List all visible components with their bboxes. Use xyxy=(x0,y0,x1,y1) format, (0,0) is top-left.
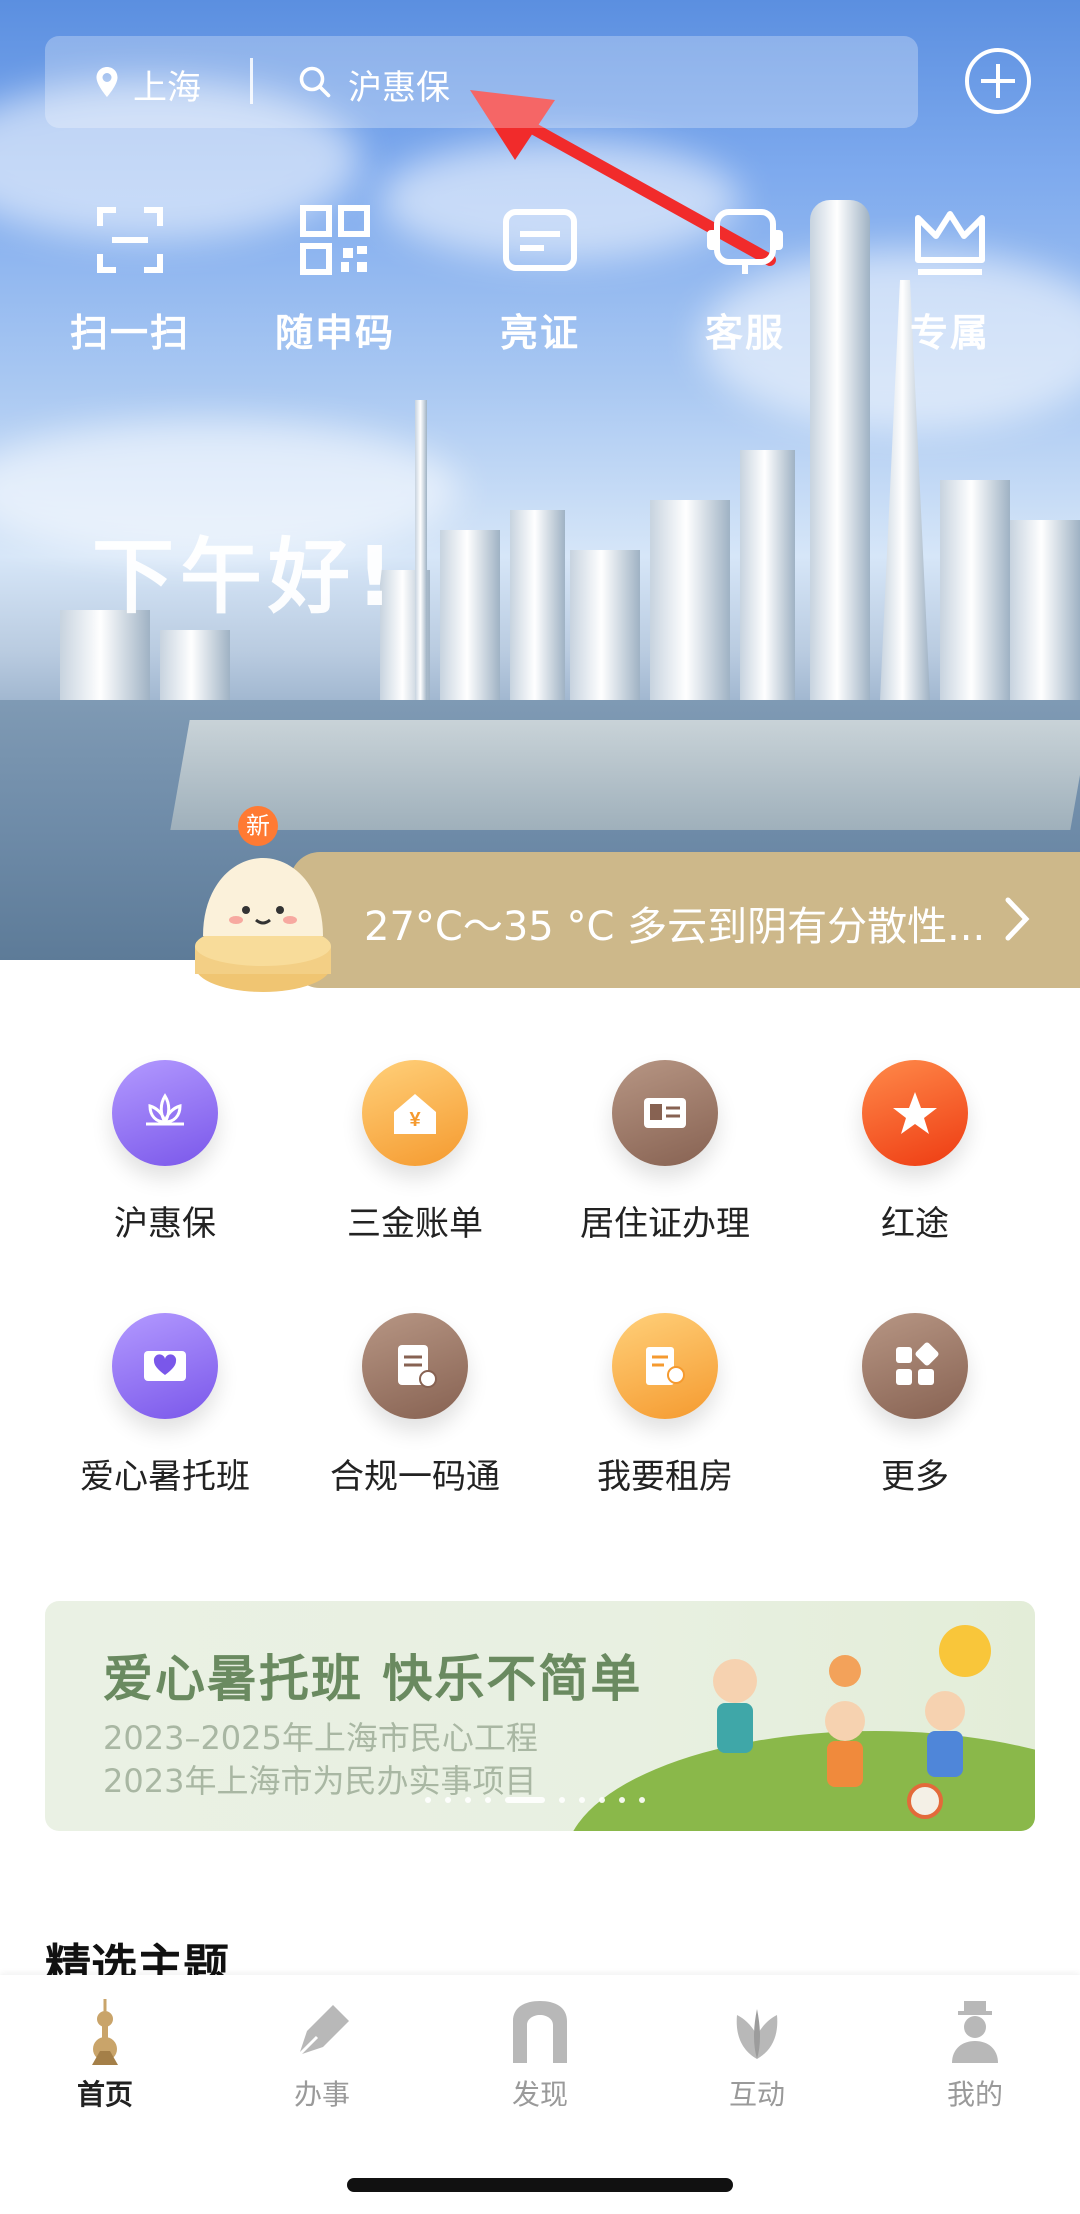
lotus-icon xyxy=(146,1093,184,1126)
service-residence-permit[interactable]: 居住证办理 xyxy=(555,1060,775,1245)
service-red-route[interactable]: 红途 xyxy=(805,1060,1025,1245)
search-bar[interactable]: 上海 沪惠保 xyxy=(45,36,918,128)
arch-icon xyxy=(513,2001,567,2063)
service-more[interactable]: 更多 xyxy=(805,1313,1025,1498)
banner-title: 爱心暑托班 快乐不简单 xyxy=(103,1650,643,1708)
location-pin-icon[interactable] xyxy=(89,64,125,100)
carousel-dot xyxy=(445,1797,451,1803)
tab-profile[interactable]: 我的 xyxy=(895,1997,1055,2113)
children-illustration-icon xyxy=(713,1625,991,1819)
location-label[interactable]: 上海 xyxy=(133,60,201,109)
heart-book-icon xyxy=(144,1351,186,1381)
quick-scan[interactable]: 扫一扫 xyxy=(50,200,210,357)
banner-subtitle-1: 2023–2025年上海市民心工程 xyxy=(103,1719,538,1757)
quick-exclusive[interactable]: 专属 xyxy=(870,200,1030,357)
weather-bar[interactable]: 27°C～35 °C 多云到阴有分散性... xyxy=(290,852,1080,988)
service-sanjin-bill[interactable]: ¥ 三金账单 xyxy=(305,1060,525,1245)
more-grid-icon xyxy=(896,1342,939,1385)
yuan-house-icon: ¥ xyxy=(394,1094,436,1134)
carousel-dot xyxy=(619,1797,625,1803)
carousel-dot xyxy=(579,1797,585,1803)
carousel-dot xyxy=(599,1797,605,1803)
tab-discover[interactable]: 发现 xyxy=(460,1997,620,2113)
tab-home[interactable]: 首页 xyxy=(25,1997,185,2113)
card-icon xyxy=(503,209,577,271)
tab-interact[interactable]: 互动 xyxy=(677,1997,837,2113)
magnolia-icon xyxy=(736,2009,778,2059)
chevron-right-icon xyxy=(1005,897,1030,941)
tower-icon xyxy=(92,1999,118,2065)
carousel-dot xyxy=(465,1797,471,1803)
qr-code-icon xyxy=(300,205,370,275)
red-route-icon xyxy=(893,1092,937,1134)
divider xyxy=(250,58,253,104)
search-icon xyxy=(299,66,331,98)
residence-card-icon xyxy=(644,1098,686,1128)
service-rent-house[interactable]: 我要租房 xyxy=(555,1313,775,1498)
greeting-text: 下午好! xyxy=(92,530,400,625)
banner-subtitle-2: 2023年上海市为民办实事项目 xyxy=(103,1762,537,1800)
svg-text:¥: ¥ xyxy=(409,1109,421,1131)
quick-show-card[interactable]: 亮证 xyxy=(460,200,620,357)
service-icon-circle xyxy=(362,1313,468,1419)
service-icon-circle xyxy=(112,1060,218,1166)
city-bank xyxy=(170,720,1080,830)
person-icon xyxy=(952,2001,998,2063)
home-indicator xyxy=(347,2178,733,2192)
service-icon-circle xyxy=(862,1313,968,1419)
carousel-dot-active xyxy=(505,1797,545,1803)
pen-icon xyxy=(297,2005,349,2057)
rent-house-icon xyxy=(646,1347,685,1385)
carousel-dot xyxy=(559,1797,565,1803)
carousel-dot xyxy=(485,1797,491,1803)
service-icon-circle xyxy=(612,1313,718,1419)
carousel-dot xyxy=(639,1797,645,1803)
quick-actions: 扫一扫 随申码 亮证 客服 专属 xyxy=(0,200,1080,370)
document-icon xyxy=(398,1345,437,1388)
scan-icon xyxy=(97,207,163,273)
service-icon-circle xyxy=(112,1313,218,1419)
service-icon-circle: ¥ xyxy=(362,1060,468,1166)
service-icon-circle xyxy=(862,1060,968,1166)
service-compliance-code[interactable]: 合规一码通 xyxy=(305,1313,525,1498)
add-button-icon[interactable] xyxy=(963,46,1033,116)
new-badge: 新 xyxy=(238,806,278,846)
carousel-dot xyxy=(425,1797,431,1803)
quick-qr-code[interactable]: 随申码 xyxy=(255,200,415,357)
search-input[interactable]: 沪惠保 xyxy=(348,60,450,109)
service-huhuibao[interactable]: 沪惠保 xyxy=(55,1060,275,1245)
promo-banner[interactable]: 爱心暑托班 快乐不简单 2023–2025年上海市民心工程 2023年上海市为民… xyxy=(45,1601,1035,1831)
service-icon-circle xyxy=(612,1060,718,1166)
tab-services[interactable]: 办事 xyxy=(242,1997,402,2113)
hero-background xyxy=(0,0,1080,960)
service-summer-care[interactable]: 爱心暑托班 xyxy=(55,1313,275,1498)
quick-customer-service[interactable]: 客服 xyxy=(665,200,825,357)
customer-service-icon xyxy=(707,209,783,274)
weather-text: 27°C～35 °C 多云到阴有分散性... xyxy=(364,904,986,950)
crown-icon xyxy=(915,211,985,275)
dumpling-mascot-icon xyxy=(195,858,331,992)
